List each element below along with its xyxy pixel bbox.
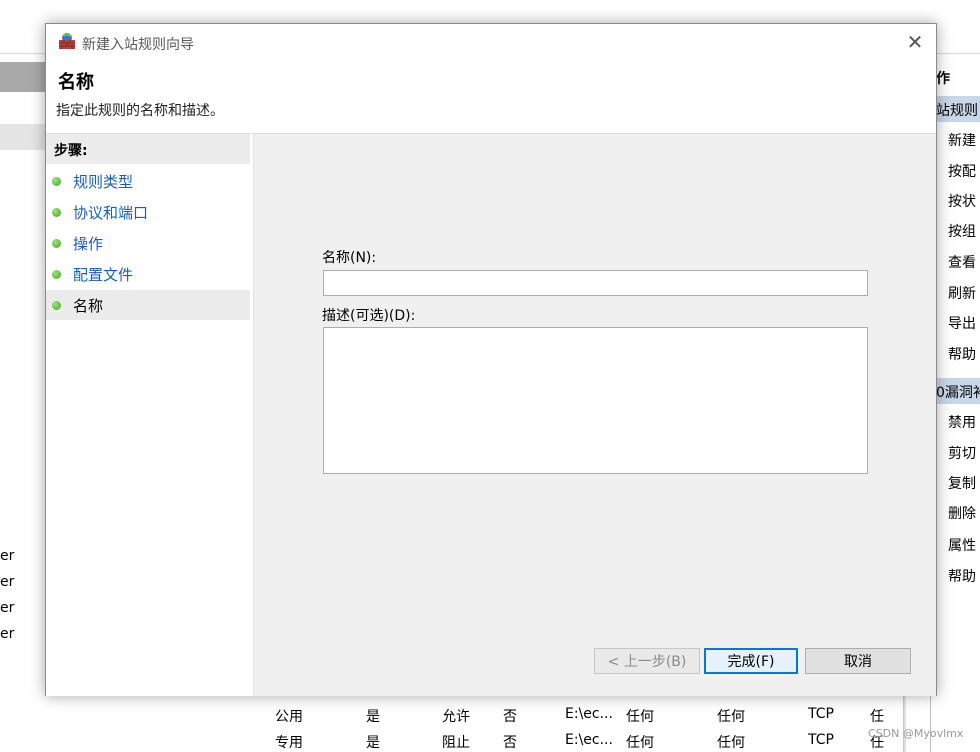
page-subtitle: 指定此规则的名称和描述。 bbox=[56, 103, 224, 119]
step-label: 名称 bbox=[73, 296, 104, 315]
action-item[interactable]: 删除 bbox=[948, 503, 976, 523]
dialog-title: 新建入站规则向导 bbox=[82, 37, 194, 53]
action-item[interactable]: 属性 bbox=[948, 535, 976, 555]
page-title: 名称 bbox=[58, 72, 94, 93]
action-item[interactable]: 复制 bbox=[948, 473, 976, 493]
step-profile[interactable]: 配置文件 bbox=[46, 259, 250, 289]
table-cell: 是 bbox=[366, 709, 380, 725]
close-icon[interactable]: ✕ bbox=[902, 30, 928, 54]
action-item[interactable]: 禁用 bbox=[948, 412, 976, 432]
table-cell: 任 bbox=[870, 709, 884, 725]
green-dot-icon bbox=[52, 300, 61, 310]
action-item[interactable]: 剪切 bbox=[948, 443, 976, 463]
table-cell: E:\ec... bbox=[565, 732, 613, 748]
action-item[interactable]: 帮助 bbox=[948, 344, 976, 364]
table-cell: 任何 bbox=[717, 735, 745, 751]
action-item[interactable]: 按配 bbox=[948, 161, 976, 181]
green-dot-icon bbox=[52, 176, 61, 186]
action-item[interactable]: 帮助 bbox=[948, 566, 976, 586]
table-cell: 任何 bbox=[626, 709, 654, 725]
table-cell: 任何 bbox=[626, 735, 654, 751]
action-item[interactable]: 按状 bbox=[948, 191, 976, 211]
left-pane-header bbox=[0, 62, 46, 92]
firewall-icon bbox=[58, 32, 76, 50]
table-cell: 否 bbox=[503, 735, 517, 751]
step-label: 规则类型 bbox=[73, 172, 134, 191]
table-cell: TCP bbox=[808, 706, 834, 722]
cancel-button[interactable]: 取消 bbox=[805, 648, 911, 674]
table-cell: E:\ec... bbox=[565, 706, 613, 722]
table-row[interactable]: 专用 是 阻止 否 E:\ec... 任何 任何 TCP 任 bbox=[0, 732, 900, 752]
green-dot-icon bbox=[52, 269, 61, 279]
content-area: 名称(N): 描述(可选)(D): < 上一步(B) 完成(F) 取消 bbox=[254, 134, 936, 696]
left-pane-item[interactable]: er bbox=[0, 548, 20, 564]
table-cell: 任何 bbox=[717, 709, 745, 725]
step-name: 名称 bbox=[46, 290, 250, 320]
table-cell: 允许 bbox=[442, 709, 470, 725]
step-label: 操作 bbox=[73, 234, 104, 253]
step-rule-type[interactable]: 规则类型 bbox=[46, 166, 250, 196]
action-item[interactable]: 查看 bbox=[948, 252, 976, 272]
dialog-titlebar[interactable]: 新建入站规则向导 ✕ bbox=[46, 24, 936, 60]
left-pane-item[interactable]: er bbox=[0, 574, 20, 590]
description-input[interactable] bbox=[323, 327, 868, 474]
new-inbound-rule-wizard: 新建入站规则向导 ✕ 名称 指定此规则的名称和描述。 步骤: 规则类型 协议和端… bbox=[45, 23, 937, 696]
left-pane-item[interactable]: er bbox=[0, 626, 20, 642]
pane-splitter[interactable] bbox=[903, 696, 906, 752]
step-action[interactable]: 操作 bbox=[46, 228, 250, 258]
name-field-label: 名称(N): bbox=[322, 250, 377, 266]
actions-section-header[interactable]: 0漏洞补 bbox=[930, 378, 980, 404]
table-cell: 专用 bbox=[275, 735, 303, 751]
action-item[interactable]: 按组 bbox=[948, 221, 976, 241]
steps-heading: 步骤: bbox=[46, 134, 250, 164]
dialog-header: 名称 指定此规则的名称和描述。 bbox=[46, 60, 936, 134]
step-label: 协议和端口 bbox=[73, 203, 149, 222]
table-cell: 是 bbox=[366, 735, 380, 751]
left-pane-selected-row bbox=[0, 124, 46, 150]
table-cell: 否 bbox=[503, 709, 517, 725]
action-item[interactable]: 刷新 bbox=[948, 283, 976, 303]
description-field-label: 描述(可选)(D): bbox=[322, 308, 416, 324]
table-row[interactable]: 公用 是 允许 否 E:\ec... 任何 任何 TCP 任 bbox=[0, 706, 900, 726]
table-cell: 阻止 bbox=[442, 735, 470, 751]
steps-panel: 步骤: 规则类型 协议和端口 操作 配置文件 名称 bbox=[46, 134, 254, 696]
finish-button[interactable]: 完成(F) bbox=[704, 648, 798, 674]
watermark: CSDN @Myovlmx bbox=[868, 727, 964, 740]
back-button[interactable]: < 上一步(B) bbox=[594, 648, 700, 674]
left-pane-item[interactable]: er bbox=[0, 600, 20, 616]
actions-pane-title: 作 bbox=[936, 71, 950, 87]
step-label: 配置文件 bbox=[73, 265, 134, 284]
action-item[interactable]: 新建 bbox=[948, 130, 976, 150]
name-input[interactable] bbox=[323, 270, 868, 296]
actions-section-header[interactable]: 站规则 bbox=[930, 96, 980, 122]
table-cell: 公用 bbox=[275, 709, 303, 725]
action-item[interactable]: 导出 bbox=[948, 313, 976, 333]
table-cell: TCP bbox=[808, 732, 834, 748]
step-protocol-ports[interactable]: 协议和端口 bbox=[46, 197, 250, 227]
green-dot-icon bbox=[52, 207, 61, 217]
green-dot-icon bbox=[52, 238, 61, 248]
